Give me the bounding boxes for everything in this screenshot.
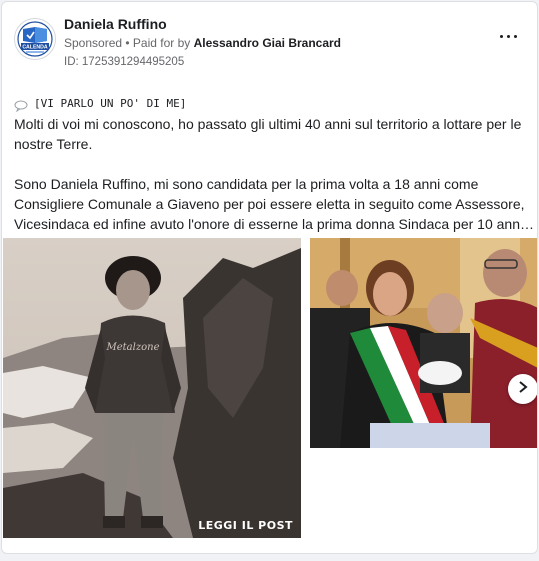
tag-line: [VI PARLO UN PO' DI ME]	[14, 94, 534, 114]
carousel-next-button[interactable]	[508, 374, 537, 404]
author-name[interactable]: Daniela Ruffino	[64, 16, 167, 32]
sponsored-label: Sponsored	[64, 36, 123, 50]
paragraph-1: Molti di voi mi conoscono, ho passato gl…	[14, 116, 522, 152]
paragraph-2: Sono Daniela Ruffino, mi sono candidata …	[14, 176, 534, 232]
speech-bubble-icon	[14, 99, 28, 113]
logo-text: CALENDA	[22, 45, 48, 51]
ad-id: ID: 1725391294495205	[64, 56, 185, 68]
sponsored-line: Sponsored • Paid for by Alessandro Giai …	[64, 36, 341, 50]
paid-by-name[interactable]: Alessandro Giai Brancard	[194, 36, 341, 50]
carousel-image-1[interactable]: Metalzone LEGGI IL POST	[3, 238, 301, 538]
image-caption: LEGGI IL POST	[198, 519, 293, 532]
tag-line-text: [VI PARLO UN PO' DI ME]	[34, 97, 187, 110]
chevron-right-icon	[517, 380, 529, 399]
shirt-text: Metalzone	[106, 342, 160, 353]
post-text: [VI PARLO UN PO' DI ME] Molti di voi mi …	[14, 94, 534, 234]
ad-post-card: CALENDA Daniela Ruffino Sponsored • Paid…	[1, 1, 538, 554]
calenda-logo-avatar[interactable]: CALENDA	[14, 18, 56, 60]
carousel-image-2[interactable]	[310, 238, 537, 448]
more-options-icon[interactable]	[498, 28, 520, 44]
meta-separator: •	[122, 36, 133, 50]
paid-prefix: Paid for by	[132, 36, 194, 50]
